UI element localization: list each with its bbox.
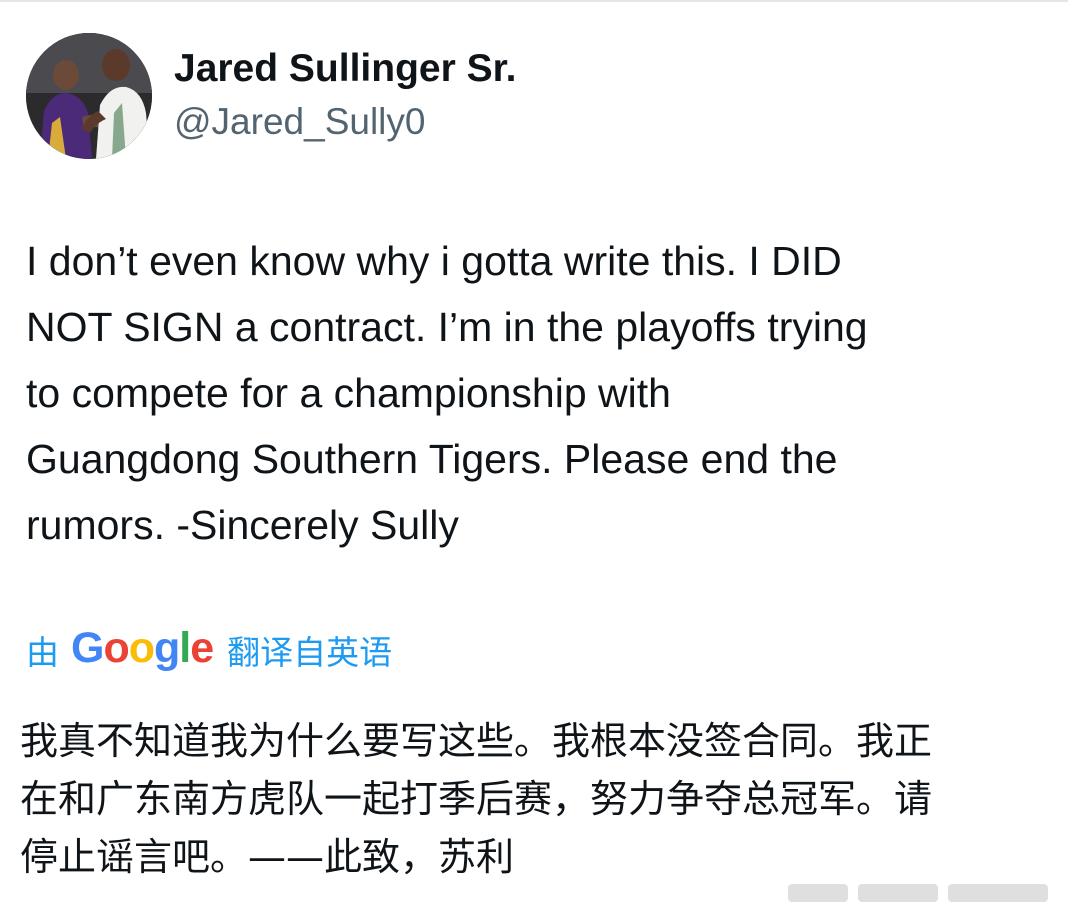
watermark-icon bbox=[788, 884, 1048, 902]
tweet-text-line: Guangdong Southern Tigers. Please end th… bbox=[26, 436, 838, 482]
tweet-text-line: I don’t even know why i gotta write this… bbox=[26, 238, 842, 284]
translated-text: 我真不知道我为什么要写这些。我根本没签合同。我正 在和广东南方虎队一起打季后赛，… bbox=[20, 712, 1060, 886]
tweet-text-line: rumors. -Sincerely Sully bbox=[26, 502, 459, 548]
tweet-card: Jared Sullinger Sr. @Jared_Sully0 I don’… bbox=[0, 0, 1068, 922]
translated-text-line: 我真不知道我为什么要写这些。我根本没签合同。我正 bbox=[20, 719, 933, 763]
profile-photo-icon bbox=[26, 33, 152, 159]
google-logo-letter: o bbox=[128, 623, 155, 672]
google-logo-letter: G bbox=[71, 623, 104, 672]
google-logo-icon: Google bbox=[71, 623, 214, 673]
google-logo-letter: e bbox=[190, 623, 214, 672]
translation-prefix: 由 bbox=[26, 633, 59, 672]
tweet-text-line: NOT SIGN a contract. I’m in the playoffs… bbox=[26, 304, 868, 350]
google-logo-letter: g bbox=[154, 623, 180, 672]
author-handle[interactable]: @Jared_Sully0 bbox=[174, 98, 516, 146]
google-logo-letter: o bbox=[103, 623, 129, 672]
author-block: Jared Sullinger Sr. @Jared_Sully0 bbox=[174, 44, 516, 146]
profile-avatar[interactable] bbox=[26, 33, 152, 159]
tweet-text-line: to compete for a championship with bbox=[26, 370, 671, 416]
tweet-text: I don’t even know why i gotta write this… bbox=[26, 228, 1046, 558]
google-logo-letter: l bbox=[179, 623, 191, 672]
author-display-name[interactable]: Jared Sullinger Sr. bbox=[174, 44, 516, 94]
translation-suffix: 翻译自英语 bbox=[227, 633, 393, 672]
translation-attribution[interactable]: 由 Google 翻译自英语 bbox=[26, 620, 392, 680]
translated-text-line: 在和广东南方虎队一起打季后赛，努力争夺总冠军。请 bbox=[20, 777, 933, 821]
